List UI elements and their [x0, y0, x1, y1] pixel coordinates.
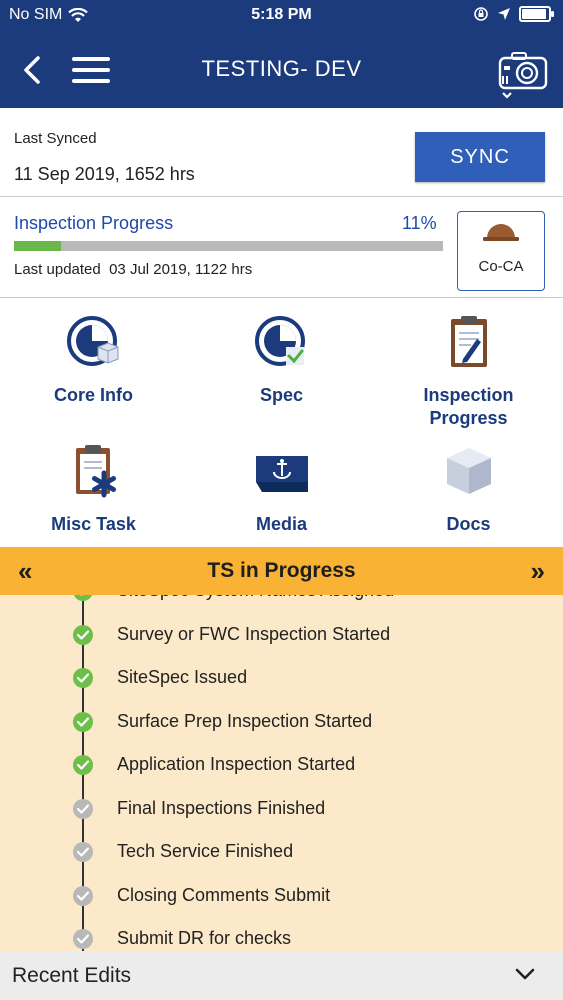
tile-media[interactable]: Media — [188, 442, 375, 536]
sync-button[interactable]: SYNC — [415, 132, 545, 182]
timeline-step-label: Submit DR for checks — [117, 928, 292, 948]
tile-label: Spec — [259, 385, 304, 405]
timeline-step: Survey or FWC Inspection Started — [0, 620, 563, 650]
tile-misc-task[interactable]: Misc Task — [0, 442, 187, 536]
co-ca-button[interactable]: Co-CA — [457, 211, 545, 291]
pending-circle-icon — [73, 798, 93, 819]
timeline-step: SiteSpec Issued — [0, 663, 563, 693]
tile-inspection-progress[interactable]: Inspection Progress — [375, 313, 562, 430]
timeline-step: Final Inspections Finished — [0, 794, 563, 824]
sync-panel: Last Synced 11 Sep 2019, 1652 hrs SYNC — [0, 108, 563, 197]
timeline-step: Surface Prep Inspection Started — [0, 707, 563, 737]
timeline-step-label: Closing Comments Submit — [117, 884, 331, 905]
app-header: No SIM 5:18 PM TESTING- DEV — [0, 0, 563, 108]
last-synced-label: Last Synced — [14, 130, 97, 147]
timeline-step: Closing Comments Submit — [0, 881, 563, 911]
progress-timeline: SiteSpec System Names Assigned Survey or … — [0, 595, 563, 951]
recent-edits-toggle[interactable]: Recent Edits — [0, 951, 563, 1000]
last-updated-value: 03 Jul 2019, 1122 hrs — [109, 261, 253, 278]
camera-icon — [498, 52, 548, 99]
pie-chart-check-icon — [254, 316, 305, 366]
status-banner: « TS in Progress » — [0, 547, 563, 595]
tile-spec[interactable]: Spec — [188, 313, 375, 407]
timeline-step: Application Inspection Started — [0, 750, 563, 780]
timeline-step-label: Survey or FWC Inspection Started — [117, 623, 391, 644]
cube-icon — [446, 448, 491, 494]
check-circle-icon — [73, 624, 93, 645]
check-circle-icon — [73, 595, 93, 601]
orientation-lock-icon — [474, 7, 488, 21]
camera-button[interactable] — [497, 48, 549, 100]
ship-anchor-icon — [255, 456, 308, 492]
check-circle-icon — [73, 755, 93, 775]
inspection-progress-fill — [14, 241, 62, 251]
timeline-step: SiteSpec System Names Assigned — [0, 595, 563, 606]
last-updated-label: Last updated — [14, 261, 101, 278]
tile-label: Inspection Progress — [423, 385, 514, 428]
recent-edits-label: Recent Edits — [12, 964, 132, 987]
pending-circle-icon — [73, 929, 93, 949]
inspection-progress-percent: 11% — [402, 213, 437, 233]
timeline-step: Submit DR for checks — [0, 924, 563, 951]
timeline-step: Tech Service Finished — [0, 837, 563, 867]
timeline-step-label: Tech Service Finished — [117, 841, 294, 861]
tile-docs[interactable]: Docs — [375, 442, 562, 536]
chevron-down-icon — [515, 968, 535, 980]
tile-label: Docs — [446, 514, 491, 534]
timeline-step-label: Final Inspections Finished — [117, 797, 326, 818]
check-circle-icon — [73, 711, 93, 732]
tile-label: Core Info — [54, 385, 133, 405]
inspection-progress-bar — [14, 241, 443, 251]
status-banner-title: TS in Progress — [207, 559, 356, 582]
pending-circle-icon — [73, 842, 93, 862]
next-status-button[interactable]: » — [531, 556, 545, 587]
status-bar: No SIM 5:18 PM — [0, 6, 563, 26]
clipboard-pen-icon — [450, 316, 487, 367]
tile-label: Misc Task — [51, 514, 136, 534]
timeline-step-label: Surface Prep Inspection Started — [117, 710, 373, 731]
tile-label: Media — [255, 514, 307, 534]
hard-hat-icon — [483, 224, 519, 241]
last-updated: Last updated 03 Jul 2019, 1122 hrs — [14, 261, 252, 278]
check-circle-icon — [73, 668, 93, 688]
clipboard-asterisk-icon — [75, 445, 116, 498]
page-title: TESTING- DEV — [201, 56, 362, 81]
inspection-progress-title: Inspection Progress — [14, 213, 174, 233]
timeline-step-label: SiteSpec System Names Assigned — [117, 595, 394, 601]
battery-icon — [519, 6, 554, 22]
timeline-step-label: SiteSpec Issued — [117, 667, 248, 687]
inspection-progress-panel: Inspection Progress 11% Last updated 03 … — [0, 197, 563, 298]
tile-core-info[interactable]: Core Info — [0, 313, 187, 407]
pending-circle-icon — [73, 885, 93, 906]
co-ca-label: Co-CA — [478, 258, 524, 275]
timeline-step-label: Application Inspection Started — [117, 754, 356, 774]
location-icon — [498, 8, 510, 20]
last-synced-value: 11 Sep 2019, 1652 hrs — [14, 164, 195, 184]
feature-grid: Core Info Spec Inspection Progress Misc … — [0, 297, 563, 547]
pie-chart-cube-icon — [66, 316, 118, 366]
